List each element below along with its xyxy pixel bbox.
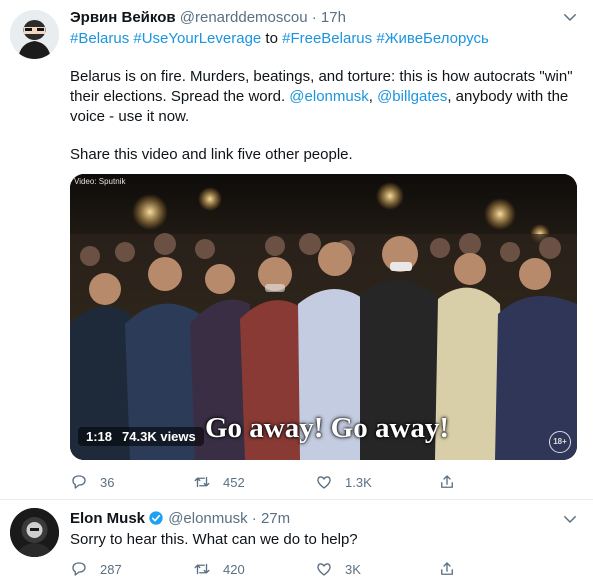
display-name[interactable]: Эрвин Вейков xyxy=(70,9,176,26)
share-button[interactable] xyxy=(438,558,456,580)
like-count: 3K xyxy=(345,561,361,577)
video-meta: 1:18 74.3K views xyxy=(78,427,204,446)
retweet-count: 452 xyxy=(223,474,245,490)
body-comma: , xyxy=(368,88,378,105)
video-watermark: Video: Sputnik xyxy=(74,177,126,186)
like-icon xyxy=(317,563,331,576)
tweet-header: Эрвин Вейков @renarddemoscou · 17h xyxy=(70,8,346,28)
mention-billgates[interactable]: @billgates xyxy=(377,88,447,105)
tweet-body: Sorry to hear this. What can we do to he… xyxy=(70,531,358,548)
share-button[interactable] xyxy=(438,471,456,493)
like-count: 1.3K xyxy=(345,474,372,490)
reply-button[interactable]: 36 xyxy=(70,471,114,493)
hashtags-line: #Belarus #UseYourLeverage to #FreeBelaru… xyxy=(70,29,575,49)
verified-icon xyxy=(149,511,163,525)
avatar[interactable] xyxy=(10,10,59,59)
retweet-button[interactable]: 452 xyxy=(193,471,245,493)
tweet-actions: 36 452 1.3K xyxy=(70,471,575,493)
more-icon[interactable] xyxy=(561,510,579,528)
retweet-button[interactable]: 420 xyxy=(193,558,245,580)
tweet-header: Elon Musk @elonmusk · 27m xyxy=(70,509,290,529)
hashtag-zhivebelorus[interactable]: #ЖивеБелорусь xyxy=(376,30,489,47)
timestamp[interactable]: 27m xyxy=(261,510,290,527)
reply-icon xyxy=(72,475,86,489)
reply-button[interactable]: 287 xyxy=(70,558,122,580)
avatar-illustration xyxy=(10,10,59,59)
reply-count: 287 xyxy=(100,561,122,577)
retweet-icon xyxy=(194,476,210,488)
video-player[interactable]: Video: Sputnik Go away! Go away! 1:18 74.… xyxy=(70,174,577,460)
mention-elonmusk[interactable]: @elonmusk xyxy=(289,88,368,105)
separator-dot: · xyxy=(251,510,257,527)
hashtag-belarus[interactable]: #Belarus xyxy=(70,30,129,47)
share-icon xyxy=(441,562,453,575)
reply-icon xyxy=(72,562,86,576)
video-caption: Go away! Go away! xyxy=(205,412,450,444)
timestamp[interactable]: 17h xyxy=(321,9,346,26)
retweet-icon xyxy=(194,563,210,575)
connector-word: to xyxy=(261,30,283,47)
avatar-illustration xyxy=(10,508,59,557)
user-handle[interactable]: @elonmusk xyxy=(168,510,247,527)
separator-dot: · xyxy=(311,9,317,26)
share-icon xyxy=(441,475,453,488)
tweet-actions: 287 420 3K xyxy=(70,558,575,580)
tweet-body: Belarus is on fire. Murders, beatings, a… xyxy=(70,67,575,127)
retweet-count: 420 xyxy=(223,561,245,577)
more-icon[interactable] xyxy=(561,8,579,26)
like-button[interactable]: 1.3K xyxy=(315,471,372,493)
video-duration: 1:18 xyxy=(86,429,113,444)
reply-count: 36 xyxy=(100,474,115,490)
avatar[interactable] xyxy=(10,508,59,557)
display-name[interactable]: Elon Musk xyxy=(70,510,145,527)
tweet-body-second-paragraph: Share this video and link five other peo… xyxy=(70,146,353,163)
hashtag-useyourleverage[interactable]: #UseYourLeverage xyxy=(133,30,261,47)
like-icon xyxy=(317,476,331,489)
age-rating-badge: 18+ xyxy=(549,431,571,453)
tweet-renarddemoscou[interactable]: Эрвин Вейков @renarddemoscou · 17h #Bela… xyxy=(0,0,593,500)
hashtag-freebelarus[interactable]: #FreeBelarus xyxy=(282,30,372,47)
user-handle[interactable]: @renarddemoscou xyxy=(180,9,308,26)
tweet-elonmusk[interactable]: Elon Musk @elonmusk · 27m Sorry to hear … xyxy=(0,500,593,586)
video-views: 74.3K views xyxy=(122,429,196,444)
like-button[interactable]: 3K xyxy=(315,558,361,580)
